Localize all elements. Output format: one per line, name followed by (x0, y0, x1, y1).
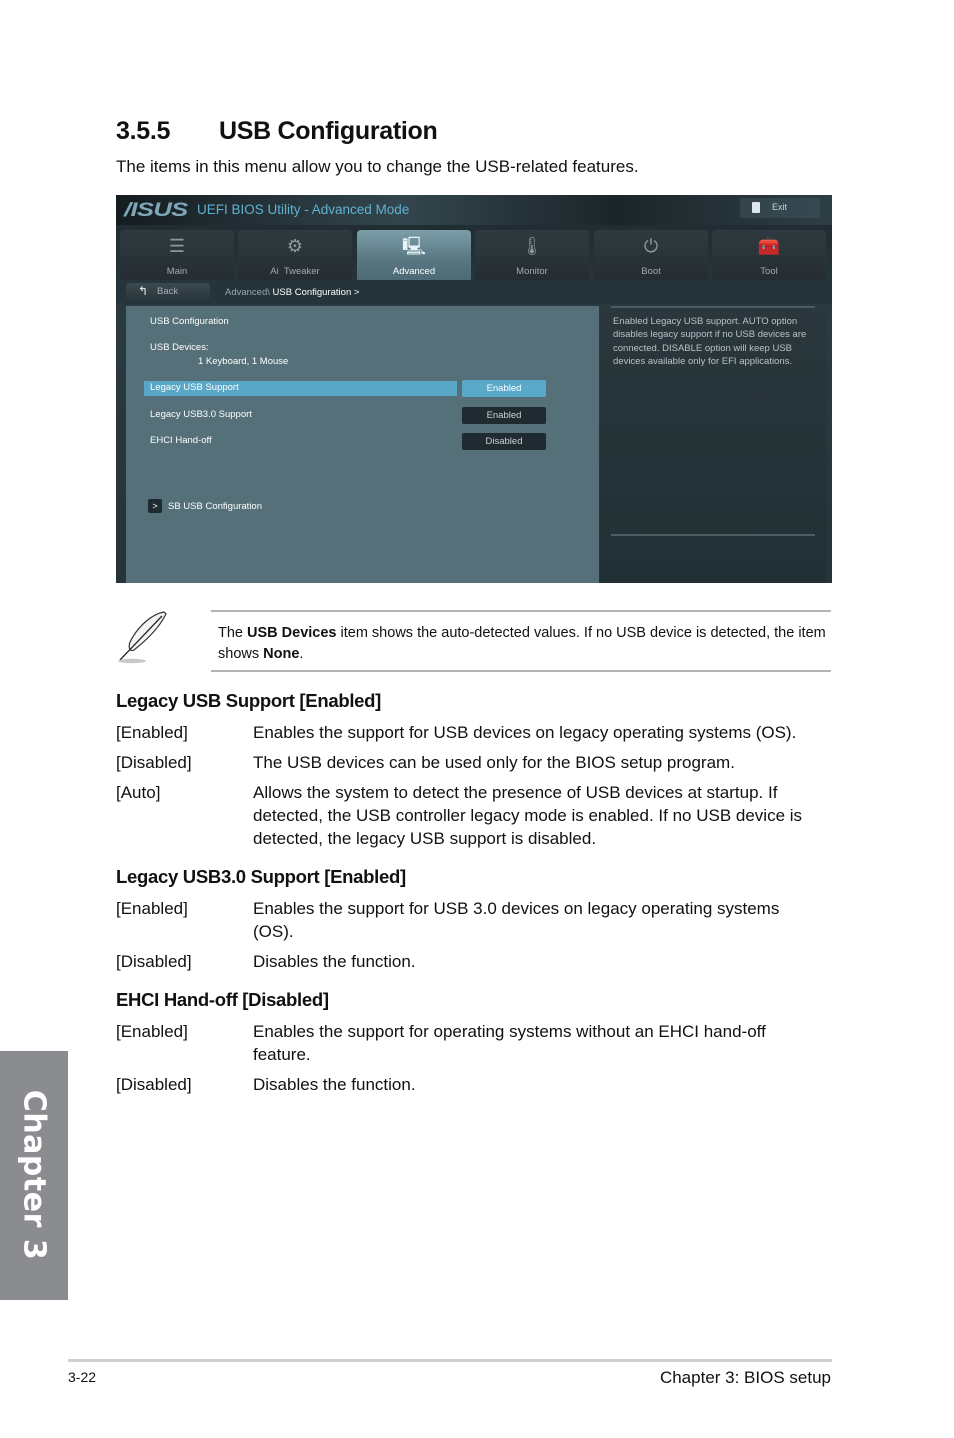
option-name: [Disabled] (116, 1075, 192, 1094)
breadcrumb-parent[interactable]: Advanced\ (225, 287, 270, 298)
divider (611, 534, 815, 536)
list-icon: ☰ (168, 236, 186, 256)
chapter-side-label: Chapter 3 (16, 1089, 52, 1261)
setting-label: Legacy USB Support (150, 382, 239, 393)
divider (611, 306, 815, 308)
section-number: 3.5.5 (116, 117, 171, 145)
advanced-info-icon: 🖳 (401, 236, 426, 256)
settings-panel: USB Configuration USB Devices: 1 Keyboar… (126, 306, 599, 583)
setting-value-button[interactable]: Enabled (462, 407, 546, 424)
setting-label: Legacy USB3.0 Support (150, 409, 252, 420)
toolbox-icon: 🧰 (757, 236, 781, 256)
bios-title: UEFI BIOS Utility - Advanced Mode (197, 202, 410, 217)
note-text-part: . (299, 646, 304, 662)
tab-tool[interactable]: 🧰 Tool (712, 230, 826, 280)
tab-main[interactable]: ☰ Main (120, 230, 234, 280)
bios-header: /ISUS UEFI BIOS Utility - Advanced Mode … (116, 195, 832, 225)
tab-label: Monitor (516, 266, 548, 277)
tab-label: Tool (760, 266, 778, 277)
option-description: Enables the support for USB 3.0 devices … (253, 899, 780, 941)
bios-screenshot: /ISUS UEFI BIOS Utility - Advanced Mode … (116, 195, 832, 583)
note-divider-top (211, 610, 831, 612)
option-description: Enables the support for operating system… (253, 1022, 766, 1064)
note-text-part: The (218, 625, 248, 641)
item-title-legacy-usb-support: Legacy USB Support [Enabled] (116, 690, 382, 711)
option-name: [Disabled] (116, 952, 192, 971)
option-name: [Enabled] (116, 899, 188, 918)
breadcrumb: Advanced\ USB Configuration > (225, 287, 359, 298)
setting-label: EHCI Hand-off (150, 435, 212, 446)
tab-monitor[interactable]: 🌡 Monitor (475, 230, 589, 280)
option-name: [Enabled] (116, 1022, 188, 1041)
tab-label: Boot (641, 266, 661, 277)
option-description: The USB devices can be used only for the… (253, 753, 735, 772)
tab-label: Advanced (392, 266, 436, 277)
tab-ai-tweaker[interactable]: ⚙ Ai Tweaker (238, 230, 352, 280)
section-title: 3.5.5 USB Configuration (116, 117, 438, 146)
option-name: [Enabled] (116, 723, 188, 742)
note-divider-bottom (211, 670, 831, 672)
tab-advanced[interactable]: 🖳 Advanced (357, 230, 471, 280)
section-intro: The items in this menu allow you to chan… (116, 157, 639, 176)
breadcrumb-current: USB Configuration (272, 287, 352, 298)
breadcrumb-separator: > (353, 287, 360, 298)
submenu-arrow-icon[interactable]: > (148, 499, 162, 513)
option-name: [Auto] (116, 783, 161, 802)
note-bold-none: None (263, 646, 300, 662)
note-feather-icon (118, 611, 167, 664)
back-button[interactable]: ↰ Back (126, 283, 210, 300)
note-bold-usb-devices: USB Devices (247, 625, 337, 641)
usb-devices-value: 1 Keyboard, 1 Mouse (198, 356, 289, 367)
page-number: 3-22 (68, 1369, 97, 1385)
back-label: Back (157, 286, 179, 297)
breadcrumb-bar: ↰ Back Advanced\ USB Configuration > (116, 280, 832, 304)
section-title-text: USB Configuration (219, 117, 438, 145)
option-description: Disables the function. (253, 952, 416, 971)
exit-door-icon (752, 202, 760, 213)
option-description: Enables the support for USB devices on l… (253, 723, 797, 742)
footer-chapter-title: Chapter 3: BIOS setup (659, 1368, 831, 1387)
option-description: Disables the function. (253, 1075, 416, 1094)
tab-label: Ai Tweaker (270, 266, 320, 277)
tab-boot[interactable]: ⏻ Boot (594, 230, 708, 280)
submenu-sb-usb-configuration[interactable]: SB USB Configuration (168, 501, 262, 512)
power-icon: ⏻ (643, 236, 659, 256)
back-arrow-icon: ↰ (138, 284, 149, 298)
thermometer-icon: 🌡 (520, 236, 544, 256)
item-title-ehci-hand-off: EHCI Hand-off [Disabled] (116, 989, 329, 1010)
help-panel: Enabled Legacy USB support. AUTO option … (600, 306, 826, 583)
item-title-legacy-usb3-support: Legacy USB3.0 Support [Enabled] (116, 866, 406, 887)
usb-devices-label: USB Devices: (150, 342, 209, 353)
setting-value-button[interactable]: Enabled (462, 380, 546, 397)
note-text: The USB Devices item shows the auto-dete… (218, 623, 828, 665)
setting-value-button[interactable]: Disabled (462, 433, 546, 450)
chapter-side-tab: Chapter 3 (0, 1051, 68, 1300)
panel-heading: USB Configuration (150, 316, 229, 327)
exit-label: Exit (772, 202, 788, 212)
option-name: [Disabled] (116, 753, 192, 772)
asus-logo: /ISUS (124, 200, 188, 221)
tweaker-icon: ⚙ (286, 236, 304, 256)
option-description: Allows the system to detect the presence… (253, 783, 803, 848)
help-text: Enabled Legacy USB support. AUTO option … (613, 316, 807, 367)
footer-divider (68, 1359, 832, 1362)
tab-label: Main (166, 266, 188, 277)
exit-button[interactable]: Exit (740, 198, 820, 218)
